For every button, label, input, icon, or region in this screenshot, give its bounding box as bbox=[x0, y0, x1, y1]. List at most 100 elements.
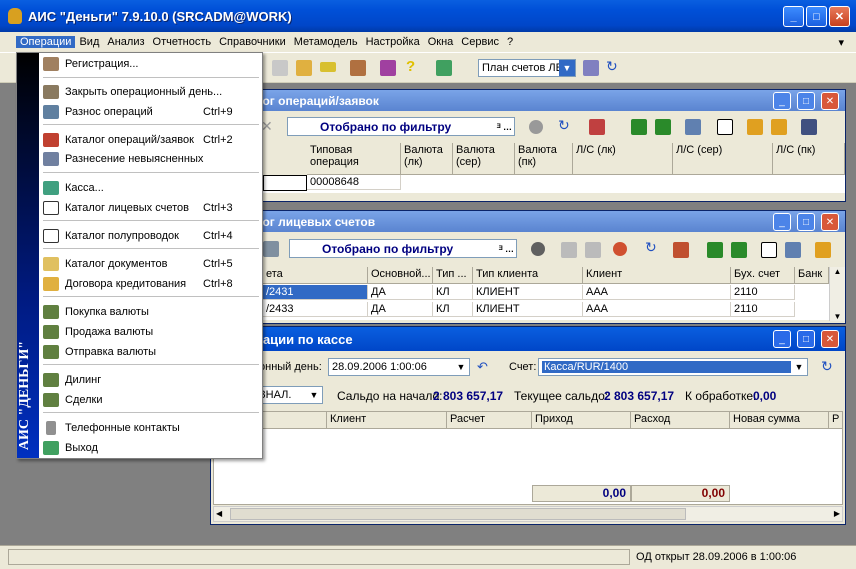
ops-row-selector[interactable] bbox=[263, 175, 307, 191]
undo-icon[interactable]: ↶ bbox=[477, 359, 488, 375]
ops-columns-icon[interactable] bbox=[801, 119, 817, 135]
chevron-down-icon[interactable]: ▼ bbox=[306, 387, 322, 403]
accounts-col-main[interactable]: Основной... bbox=[368, 267, 433, 284]
menu-item-send-currency[interactable]: Отправка валюты bbox=[40, 343, 262, 361]
menu-windows[interactable]: Окна bbox=[424, 36, 458, 48]
ops-close-button[interactable]: ✕ bbox=[821, 92, 839, 110]
accounts-col-type[interactable]: Тип ... bbox=[433, 267, 473, 284]
accounts-delete-icon[interactable] bbox=[585, 242, 601, 258]
ops-cell-type[interactable]: 00008648 bbox=[307, 175, 401, 190]
ops-col-cur-ser[interactable]: Валюта (сер) bbox=[453, 143, 515, 175]
ops-col-ls-ser[interactable]: Л/С (сер) bbox=[673, 143, 773, 175]
accounts-cell-client[interactable]: AAA bbox=[583, 302, 731, 317]
ops-copy-icon[interactable] bbox=[685, 119, 701, 135]
cash-col-income[interactable]: Приход bbox=[532, 412, 631, 429]
menu-item-exit[interactable]: Выход bbox=[40, 439, 262, 457]
ops-col-ls-pk[interactable]: Л/С (пк) bbox=[773, 143, 845, 175]
menu-settings[interactable]: Настройка bbox=[362, 36, 424, 48]
accounts-col-bank[interactable]: Банк bbox=[795, 267, 829, 284]
maximize-button[interactable]: □ bbox=[806, 6, 827, 27]
cash-refresh-icon[interactable]: ↻ bbox=[821, 358, 833, 375]
menu-help[interactable]: ? bbox=[503, 36, 517, 48]
export-icon[interactable] bbox=[436, 60, 452, 76]
ops-doc-icon[interactable] bbox=[589, 119, 605, 135]
refresh-icon[interactable]: ↻ bbox=[606, 58, 618, 75]
cash-hscrollbar[interactable]: ◀ ▶ bbox=[213, 506, 843, 522]
accounts-tree-icon[interactable] bbox=[815, 242, 831, 258]
accounts-col-client[interactable]: Клиент bbox=[583, 267, 731, 284]
chevron-down-icon[interactable]: ▼ bbox=[791, 359, 807, 375]
accounts-maximize-button[interactable]: □ bbox=[797, 213, 815, 231]
cash-col-r[interactable]: Р bbox=[829, 412, 843, 429]
menu-item-documents[interactable]: Каталог документов Ctrl+5 bbox=[40, 255, 262, 273]
menu-item-close-day[interactable]: Закрыть операционный день... bbox=[40, 83, 262, 101]
accounts-excel-icon[interactable] bbox=[707, 242, 723, 258]
ops-col-ls-lk[interactable]: Л/С (лк) bbox=[573, 143, 673, 175]
help-icon[interactable]: ? bbox=[406, 58, 415, 75]
accounts-minimize-button[interactable]: _ bbox=[773, 213, 791, 231]
cash-journal-combo[interactable]: ЗНАЛ. ▼ bbox=[255, 386, 323, 404]
menu-service[interactable]: Сервис bbox=[457, 36, 503, 48]
close-button[interactable]: ✕ bbox=[829, 6, 850, 27]
chevron-down-icon[interactable]: ▼ bbox=[559, 60, 575, 76]
accounts-cell-client-type[interactable]: КЛИЕНТ bbox=[473, 302, 583, 317]
ops-col-type[interactable]: Типовая операция bbox=[307, 143, 401, 175]
cash-col-settlement[interactable]: Расчет bbox=[447, 412, 532, 429]
accounts-col-ledger[interactable]: Бух. счет bbox=[731, 267, 795, 284]
menu-item-credit[interactable]: Договора кредитования Ctrl+8 bbox=[40, 275, 262, 293]
accounts-scrollbar[interactable]: ▲ ▼ bbox=[829, 267, 845, 321]
cash-col-client[interactable]: Клиент bbox=[327, 412, 447, 429]
cash-col-new-sum[interactable]: Новая сумма bbox=[730, 412, 829, 429]
accounts-clock-icon[interactable] bbox=[613, 242, 627, 256]
menu-item-unclear[interactable]: Разнесение невыясненных bbox=[40, 150, 262, 168]
cash-minimize-button[interactable]: _ bbox=[773, 330, 791, 348]
menu-item-registration[interactable]: Регистрация... bbox=[40, 55, 262, 73]
menu-metamodel[interactable]: Метамодель bbox=[290, 36, 362, 48]
cash-maximize-button[interactable]: □ bbox=[797, 330, 815, 348]
cash-close-button[interactable]: ✕ bbox=[821, 330, 839, 348]
accounts-cell-main[interactable]: ДА bbox=[368, 285, 433, 300]
accounts-close-button[interactable]: ✕ bbox=[821, 213, 839, 231]
menu-item-cash[interactable]: Касса... bbox=[40, 179, 262, 197]
accounts-add-icon[interactable] bbox=[561, 242, 577, 258]
accounts-stop-icon[interactable] bbox=[531, 242, 545, 256]
ops-minimize-button[interactable]: _ bbox=[773, 92, 791, 110]
accounts-window-icon[interactable] bbox=[761, 242, 777, 258]
accounts-cell-account[interactable]: /2433 bbox=[263, 302, 368, 317]
accounts-col-client-type[interactable]: Тип клиента bbox=[473, 267, 583, 284]
accounts-excel2-icon[interactable] bbox=[731, 242, 747, 258]
accounts-col-account[interactable]: ета bbox=[263, 267, 368, 284]
menu-item-ops-catalog[interactable]: Каталог операций/заявок Ctrl+2 bbox=[40, 131, 262, 149]
accounts-cell-type[interactable]: КЛ bbox=[433, 285, 473, 300]
accounts-filter-more-icon[interactable]: ᴲ … bbox=[499, 244, 514, 254]
menu-item-post-ops[interactable]: Разнос операций Ctrl+9 bbox=[40, 103, 262, 121]
ops-refresh-icon[interactable]: ↻ bbox=[558, 117, 570, 134]
menu-view[interactable]: Вид bbox=[75, 36, 103, 48]
ops-maximize-button[interactable]: □ bbox=[797, 92, 815, 110]
menu-item-deals[interactable]: Сделки bbox=[40, 391, 262, 409]
ops-filter-more-icon[interactable]: ᴲ … bbox=[497, 122, 512, 132]
chevron-down-icon[interactable]: ▼ bbox=[453, 359, 469, 375]
menu-item-dealing[interactable]: Дилинг bbox=[40, 371, 262, 389]
ops-stop-icon[interactable] bbox=[529, 120, 543, 134]
accounts-cell-ledger[interactable]: 2110 bbox=[731, 302, 795, 317]
ops-excel-icon[interactable] bbox=[631, 119, 647, 135]
cash-day-combo[interactable]: 28.09.2006 1:00:06 ▼ bbox=[328, 358, 470, 376]
ops-tree-icon[interactable] bbox=[747, 119, 763, 135]
cash-account-combo[interactable]: Касса/RUR/1400 ▼ bbox=[538, 358, 808, 376]
ops-col-cur-lk[interactable]: Валюта (лк) bbox=[401, 143, 453, 175]
accounts-chart-icon[interactable] bbox=[673, 242, 689, 258]
journal-icon[interactable] bbox=[296, 60, 312, 76]
ops-tree2-icon[interactable] bbox=[771, 119, 787, 135]
ops-filter-field[interactable]: Отобрано по фильтру ᴲ … bbox=[287, 117, 515, 136]
ops-window-icon[interactable] bbox=[717, 119, 733, 135]
accounts-cell-type[interactable]: КЛ bbox=[433, 302, 473, 317]
plan-settings-icon[interactable] bbox=[583, 60, 599, 76]
menu-item-half-entries[interactable]: Каталог полупроводок Ctrl+4 bbox=[40, 227, 262, 245]
bank-icon[interactable] bbox=[350, 60, 366, 76]
menu-operations[interactable]: Операции bbox=[16, 36, 76, 48]
menu-reports[interactable]: Отчетность bbox=[149, 36, 216, 48]
book-icon[interactable] bbox=[380, 60, 396, 76]
menu-item-sell-currency[interactable]: Продажа валюты bbox=[40, 323, 262, 341]
menu-item-accounts-catalog[interactable]: Каталог лицевых счетов Ctrl+3 bbox=[40, 199, 262, 217]
